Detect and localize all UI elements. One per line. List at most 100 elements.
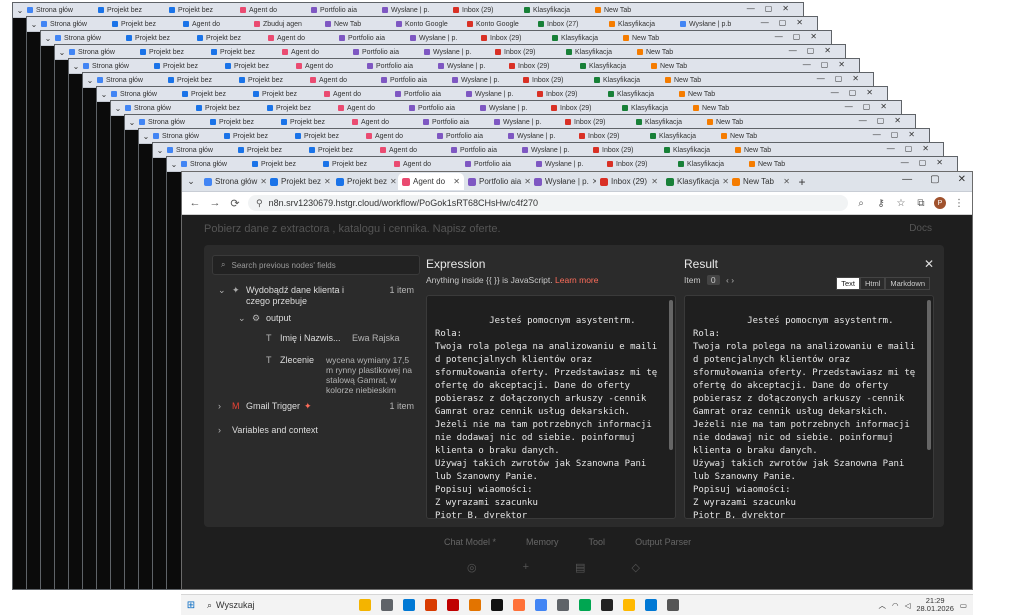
stacked-tab[interactable]: Wysłane | p. bbox=[466, 89, 534, 100]
back-icon[interactable]: ← bbox=[188, 197, 202, 209]
connection-memory[interactable]: Memory bbox=[526, 537, 559, 547]
stacked-tab[interactable]: New Tab bbox=[679, 89, 747, 100]
stacked-tab[interactable]: Wysłane | p. bbox=[522, 145, 590, 156]
editor-scrollbar[interactable] bbox=[669, 300, 673, 450]
close-tab-icon[interactable]: ✕ bbox=[651, 177, 658, 186]
pinned-app-icon[interactable] bbox=[535, 599, 547, 611]
stacked-tab[interactable]: Projekt bez bbox=[267, 103, 335, 114]
item-index[interactable]: 0 bbox=[706, 275, 720, 285]
tree-node-gmail[interactable]: › M Gmail Trigger ✦ 1 item bbox=[218, 401, 414, 412]
tree-field-order[interactable]: T Zlecenie wycena wymiany 17,5 m rynny p… bbox=[266, 355, 416, 395]
notifications-icon[interactable]: ▭ bbox=[960, 601, 967, 610]
stacked-tab[interactable]: Projekt bez bbox=[154, 61, 222, 72]
chevron-down-icon[interactable]: ⌄ bbox=[97, 90, 111, 99]
chevron-down-icon[interactable]: ⌄ bbox=[218, 285, 232, 296]
windows-start-icon[interactable]: ⊞ bbox=[181, 600, 201, 611]
stacked-tab[interactable]: Projekt bez bbox=[252, 159, 320, 170]
chevron-down-icon[interactable]: ⌄ bbox=[111, 104, 125, 113]
window-controls[interactable]: —▢✕ bbox=[901, 158, 953, 167]
close-window-icon[interactable]: ✕ bbox=[958, 174, 966, 185]
stacked-tab[interactable]: Portfolio aia bbox=[409, 103, 477, 114]
stacked-tab[interactable]: Agent do bbox=[282, 47, 350, 58]
stacked-tab[interactable]: Agent do bbox=[380, 145, 448, 156]
stacked-tab[interactable]: Portfolio aia bbox=[311, 5, 379, 16]
stacked-tab[interactable]: Inbox (29) bbox=[537, 89, 605, 100]
window-controls[interactable]: —▢✕ bbox=[775, 32, 827, 41]
pinned-app-icon[interactable] bbox=[601, 599, 613, 611]
stacked-tab[interactable]: New Tab bbox=[749, 159, 817, 170]
stacked-tab[interactable]: Klasyfikacja bbox=[580, 61, 648, 72]
tree-node-extract[interactable]: ⌄ ✦ Wydobądź dane klienta i czego przebu… bbox=[218, 285, 414, 307]
stacked-tab[interactable]: Inbox (29) bbox=[481, 33, 549, 44]
stacked-tab[interactable]: Agent do bbox=[366, 131, 434, 142]
stacked-tab[interactable]: Portfolio aia bbox=[381, 75, 449, 86]
format-text[interactable]: Text bbox=[836, 277, 860, 290]
format-markdown[interactable]: Markdown bbox=[885, 277, 930, 290]
stacked-tab[interactable]: Strona głów bbox=[97, 75, 165, 86]
stacked-tab[interactable]: Portfolio aia bbox=[353, 47, 421, 58]
stacked-tab[interactable]: Agent do bbox=[183, 19, 251, 30]
add-memory-icon[interactable]: + bbox=[523, 561, 529, 574]
stacked-tab[interactable]: Agent do bbox=[394, 159, 462, 170]
stacked-tab[interactable]: Wysłane | p. bbox=[536, 159, 604, 170]
chevron-down-icon[interactable]: ⌄ bbox=[238, 313, 252, 324]
chevron-down-icon[interactable]: ⌄ bbox=[41, 34, 55, 43]
tree-variables[interactable]: › Variables and context bbox=[218, 425, 318, 435]
stacked-tab[interactable]: Projekt bez bbox=[211, 47, 279, 58]
volume-icon[interactable]: ◁ bbox=[905, 601, 911, 610]
stacked-tab[interactable]: Wysłane | p. bbox=[494, 117, 562, 128]
result-scrollbar[interactable] bbox=[927, 300, 931, 450]
pinned-app-icon[interactable] bbox=[579, 599, 591, 611]
stacked-tab[interactable]: Projekt bez bbox=[182, 89, 250, 100]
window-controls[interactable]: —▢✕ bbox=[817, 74, 869, 83]
stacked-tab[interactable]: Strona głów bbox=[83, 61, 151, 72]
stacked-tab[interactable]: Inbox (29) bbox=[607, 159, 675, 170]
stacked-tab[interactable]: Klasyfikacja bbox=[608, 89, 676, 100]
stacked-tab[interactable]: Projekt bez bbox=[239, 75, 307, 86]
window-controls[interactable]: —▢✕ bbox=[845, 102, 897, 111]
stacked-tab[interactable]: Projekt bez bbox=[112, 19, 180, 30]
stacked-tab[interactable]: Agent do bbox=[338, 103, 406, 114]
stacked-tab[interactable]: Agent do bbox=[240, 5, 308, 16]
stacked-tab[interactable]: Zbuduj agen bbox=[254, 19, 322, 30]
chevron-right-icon[interactable]: › bbox=[218, 401, 232, 411]
pinned-app-icon[interactable] bbox=[645, 599, 657, 611]
chevron-right-icon[interactable]: › bbox=[218, 425, 232, 435]
chevron-down-icon[interactable]: ⌄ bbox=[69, 62, 83, 71]
format-html[interactable]: Html bbox=[859, 277, 886, 290]
close-tab-icon[interactable]: ✕ bbox=[324, 177, 331, 186]
pinned-app-icon[interactable] bbox=[667, 599, 679, 611]
chevron-down-icon[interactable]: ⌄ bbox=[13, 6, 27, 15]
next-item-icon[interactable]: › bbox=[731, 275, 734, 285]
stacked-tab[interactable]: New Tab bbox=[735, 145, 803, 156]
stacked-tab[interactable]: Agent do bbox=[296, 61, 364, 72]
stacked-tab[interactable]: Strona głów bbox=[153, 131, 221, 142]
stacked-tab[interactable]: Strona głów bbox=[27, 5, 95, 16]
stacked-tab[interactable]: Projekt bez bbox=[281, 117, 349, 128]
tree-field-name[interactable]: T Imię i Nazwis... Ewa Rajska bbox=[266, 333, 416, 343]
stacked-tab[interactable]: Strona głów bbox=[111, 89, 179, 100]
forward-icon[interactable]: → bbox=[208, 197, 222, 209]
stacked-tab[interactable]: Klasyfikacja bbox=[609, 19, 677, 30]
tray-chevron-icon[interactable]: ︿ bbox=[879, 600, 887, 611]
stacked-tab[interactable]: Strona głów bbox=[41, 19, 109, 30]
stacked-tab[interactable]: Wysłane | p. bbox=[438, 61, 506, 72]
stacked-tab[interactable]: Inbox (29) bbox=[495, 47, 563, 58]
pinned-app-icon[interactable] bbox=[425, 599, 437, 611]
chevron-down-icon[interactable]: ⌄ bbox=[55, 48, 69, 57]
browser-tab[interactable]: Wysłane | p.✕ bbox=[530, 173, 596, 190]
stacked-tab[interactable]: Wysłane | p. bbox=[382, 5, 450, 16]
browser-tab[interactable]: Strona głów✕ bbox=[200, 173, 266, 190]
chevron-down-icon[interactable]: ⌄ bbox=[167, 160, 181, 169]
stacked-tab[interactable]: Wysłane | p. bbox=[480, 103, 548, 114]
taskbar-search[interactable]: ⌕ Wyszukaj bbox=[201, 600, 347, 611]
stacked-tab[interactable]: New Tab bbox=[651, 61, 719, 72]
url-field[interactable]: ⚲ n8n.srv1230679.hstgr.cloud/workflow/Po… bbox=[248, 195, 848, 211]
maximize-icon[interactable]: ▢ bbox=[930, 174, 939, 185]
stacked-tab[interactable]: Projekt bez bbox=[295, 131, 363, 142]
fields-search-input[interactable]: ⌕ Search previous nodes' fields bbox=[212, 255, 420, 275]
stacked-tab[interactable]: Inbox (29) bbox=[523, 75, 591, 86]
stacked-tab[interactable]: Projekt bez bbox=[238, 145, 306, 156]
stacked-tab[interactable]: Konto Google bbox=[396, 19, 464, 30]
close-tab-icon[interactable]: ✕ bbox=[390, 177, 397, 186]
